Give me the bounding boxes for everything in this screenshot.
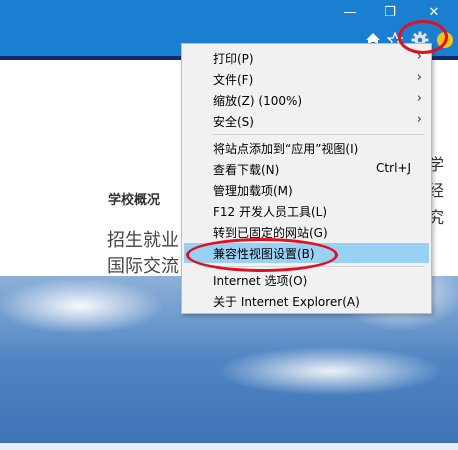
link-admissions[interactable]: 招生就业 (107, 226, 179, 252)
menu-item-label: 将站点添加到“应用”视图(I) (213, 142, 359, 156)
tools-menu: 打印(P) › 文件(F) › 缩放(Z) (100%) › 安全(S) › 将… (181, 43, 432, 314)
menu-item-internet-options[interactable]: Internet 选项(O) (184, 270, 429, 290)
menu-item-zoom[interactable]: 缩放(Z) (100%) › (184, 90, 429, 110)
bottom-strip (0, 443, 458, 450)
menu-item-label: F12 开发人员工具(L) (213, 205, 328, 219)
close-icon: ✕ (428, 4, 440, 20)
menu-item-label: 安全(S) (213, 115, 254, 129)
chevron-right-icon: › (416, 112, 422, 127)
restore-icon: ❐ (384, 4, 396, 20)
menu-item-manage-addons[interactable]: 管理加载项(M) (184, 180, 429, 200)
menu-item-safety[interactable]: 安全(S) › (184, 111, 429, 131)
menu-item-pinned-sites[interactable]: 转到已固定的网站(G) (184, 222, 429, 242)
menu-item-label: Internet 选项(O) (213, 274, 308, 288)
menu-item-f12-devtools[interactable]: F12 开发人员工具(L) (184, 201, 429, 221)
menu-item-file[interactable]: 文件(F) › (184, 69, 429, 89)
section-title[interactable]: 学校概况 (108, 189, 160, 208)
restore-button[interactable]: ❐ (370, 0, 410, 24)
minimize-button[interactable]: — (330, 0, 370, 24)
window-titlebar: — ❐ ✕ (0, 0, 458, 24)
menu-item-label: 打印(P) (213, 52, 254, 66)
minimize-icon: — (343, 4, 357, 20)
chevron-right-icon: › (416, 91, 422, 106)
menu-item-print[interactable]: 打印(P) › (184, 48, 429, 68)
menu-item-about-ie[interactable]: 关于 Internet Explorer(A) (184, 291, 429, 311)
annotation-circle-gear (398, 20, 448, 54)
link-international[interactable]: 国际交流 (107, 252, 179, 278)
menu-item-label: 缩放(Z) (100%) (213, 94, 303, 108)
chevron-right-icon: › (416, 70, 422, 85)
menu-separator (212, 134, 424, 135)
menu-item-label: 管理加载项(M) (213, 184, 293, 198)
annotation-circle-compatibility (186, 238, 338, 272)
menu-item-label: 查看下载(N) (213, 163, 280, 177)
menu-item-add-to-apps[interactable]: 将站点添加到“应用”视图(I) (184, 138, 429, 158)
menu-item-shortcut: Ctrl+J (376, 161, 411, 175)
menu-item-label: 文件(F) (213, 73, 254, 87)
menu-item-view-downloads[interactable]: 查看下载(N) Ctrl+J (184, 159, 429, 179)
menu-item-label: 关于 Internet Explorer(A) (213, 295, 360, 309)
